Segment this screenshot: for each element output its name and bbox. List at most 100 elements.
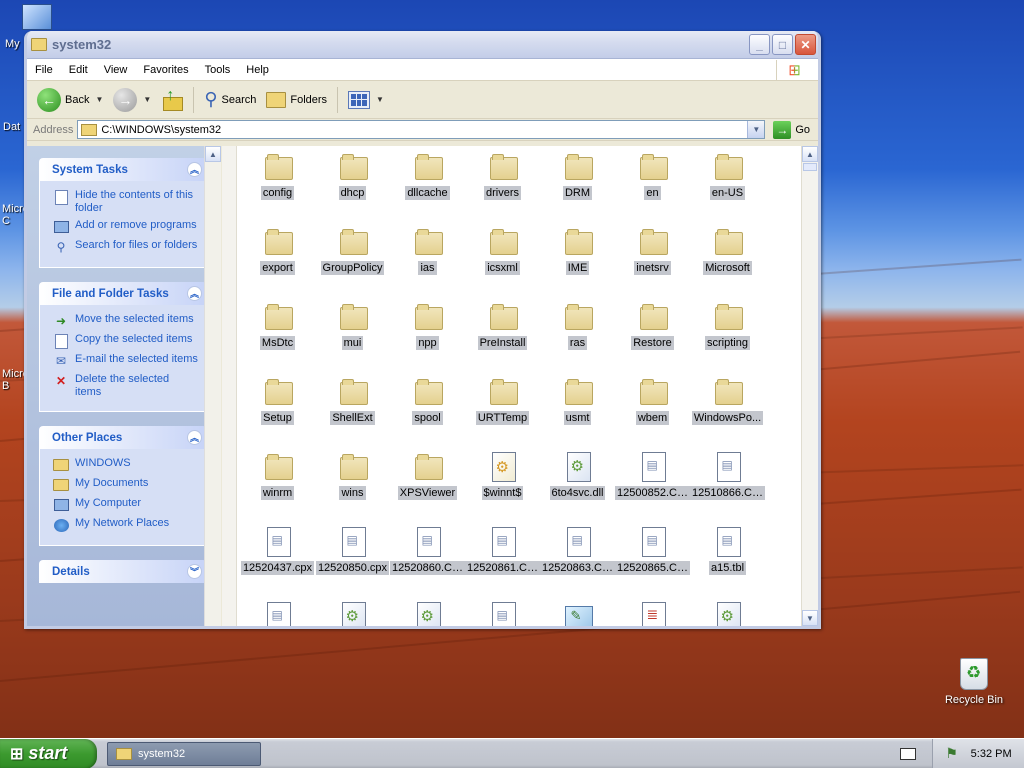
task-label[interactable]: Delete the selected items xyxy=(75,373,198,399)
recycle-bin[interactable]: Recycle Bin xyxy=(942,658,1006,706)
item-label[interactable]: PreInstall xyxy=(477,336,528,350)
item-label[interactable]: npp xyxy=(416,336,439,350)
item-label[interactable]: 12500852.CPX xyxy=(615,486,690,500)
item-label[interactable]: GroupPolicy xyxy=(320,261,385,275)
keyboard-icon[interactable] xyxy=(900,747,916,760)
task-hide-contents[interactable]: Hide the contents of this folder xyxy=(53,189,198,215)
folder-item[interactable]: spool xyxy=(390,377,465,452)
expand-icon[interactable]: ︾ xyxy=(187,564,202,579)
item-label[interactable]: DRM xyxy=(562,186,593,200)
close-button[interactable]: ✕ xyxy=(795,34,816,55)
folder-item[interactable]: DRM xyxy=(540,152,615,227)
chevron-down-icon[interactable]: ▼ xyxy=(95,95,103,104)
folder-item[interactable]: dllcache xyxy=(390,152,465,227)
task-pane-scrollbar[interactable]: ▲ xyxy=(204,146,221,626)
chevron-down-icon[interactable]: ▼ xyxy=(143,95,151,104)
address-field[interactable]: C:\WINDOWS\system32 ▼ xyxy=(77,120,766,139)
file-item[interactable] xyxy=(240,602,315,626)
item-label[interactable]: 6to4svc.dll xyxy=(549,486,606,500)
place-label[interactable]: WINDOWS xyxy=(75,457,131,473)
menu-tools[interactable]: Tools xyxy=(197,60,239,80)
item-label[interactable]: ias xyxy=(418,261,437,275)
item-label[interactable]: WindowsPo... xyxy=(691,411,764,425)
task-label[interactable]: Move the selected items xyxy=(75,313,194,329)
file-item[interactable]: 12520863.CPX xyxy=(540,527,615,602)
file-item[interactable]: 12520861.CPX xyxy=(465,527,540,602)
item-label[interactable]: Setup xyxy=(261,411,294,425)
item-label[interactable]: spool xyxy=(412,411,443,425)
scroll-up-button[interactable]: ▲ xyxy=(205,146,221,162)
folder-item[interactable]: ras xyxy=(540,302,615,377)
file-item[interactable] xyxy=(465,602,540,626)
scroll-up-button[interactable]: ▲ xyxy=(802,146,818,162)
item-label[interactable]: 12510866.CPX xyxy=(690,486,765,500)
item-label[interactable]: wbem xyxy=(635,411,670,425)
item-label[interactable]: winrm xyxy=(260,486,295,500)
item-label[interactable]: ras xyxy=(567,336,588,350)
item-label[interactable]: URTTemp xyxy=(475,411,530,425)
file-item[interactable]: a15.tbl xyxy=(690,527,765,602)
folder-item[interactable]: winrm xyxy=(240,452,315,527)
task-label[interactable]: E-mail the selected items xyxy=(75,353,198,369)
item-label[interactable]: 12520863.CPX xyxy=(540,561,615,575)
folder-item[interactable]: en xyxy=(615,152,690,227)
menu-help[interactable]: Help xyxy=(238,60,277,80)
vertical-scrollbar[interactable]: ▲ ▼ xyxy=(801,146,818,626)
folders-button[interactable]: Folders xyxy=(262,90,331,110)
back-button[interactable]: ← Back ▼ xyxy=(33,86,107,114)
scroll-thumb[interactable] xyxy=(803,163,817,171)
folder-item[interactable]: ias xyxy=(390,227,465,302)
folder-item[interactable]: npp xyxy=(390,302,465,377)
file-item[interactable]: 12500852.CPX xyxy=(615,452,690,527)
folder-item[interactable]: icsxml xyxy=(465,227,540,302)
file-item[interactable] xyxy=(690,602,765,626)
group-header[interactable]: System Tasks ︽ xyxy=(39,158,207,181)
collapse-icon[interactable]: ︽ xyxy=(187,162,202,177)
title-bar[interactable]: system32 _ □ ✕ xyxy=(27,31,818,59)
start-button[interactable]: ⊞ start xyxy=(0,738,97,768)
item-label[interactable]: config xyxy=(260,186,295,200)
group-header[interactable]: File and Folder Tasks ︽ xyxy=(39,282,207,305)
desktop-icon-label[interactable]: Dat xyxy=(3,121,20,133)
place-label[interactable]: My Network Places xyxy=(75,517,169,533)
item-label[interactable]: en xyxy=(644,186,661,200)
item-label[interactable]: $winnt$ xyxy=(481,486,524,500)
folder-item[interactable]: GroupPolicy xyxy=(315,227,390,302)
task-copy-items[interactable]: Copy the selected items xyxy=(53,333,198,349)
task-move-items[interactable]: ➜ Move the selected items xyxy=(53,313,198,329)
folder-item[interactable]: MsDtc xyxy=(240,302,315,377)
place-network[interactable]: My Network Places xyxy=(53,517,198,533)
group-header[interactable]: Other Places ︽ xyxy=(39,426,207,449)
menu-edit[interactable]: Edit xyxy=(61,60,96,80)
item-label[interactable]: 12520437.cpx xyxy=(240,561,315,575)
folder-item[interactable]: export xyxy=(240,227,315,302)
task-label[interactable]: Add or remove programs xyxy=(75,219,197,235)
folder-item[interactable]: scripting xyxy=(690,302,765,377)
clock[interactable]: 5:32 PM xyxy=(971,748,1012,760)
folder-item[interactable]: inetsrv xyxy=(615,227,690,302)
address-value[interactable]: C:\WINDOWS\system32 xyxy=(101,124,221,136)
folder-item[interactable]: XPSViewer xyxy=(390,452,465,527)
item-label[interactable]: usmt xyxy=(563,411,592,425)
taskbar-button-system32[interactable]: system32 xyxy=(107,741,261,766)
network-icon[interactable]: ⚑ xyxy=(945,745,958,762)
folder-item[interactable]: IME xyxy=(540,227,615,302)
menu-favorites[interactable]: Favorites xyxy=(135,60,196,80)
folder-item[interactable]: config xyxy=(240,152,315,227)
search-button[interactable]: ⚲ Search xyxy=(200,87,260,112)
collapse-icon[interactable]: ︽ xyxy=(187,430,202,445)
folder-item[interactable]: WindowsPo... xyxy=(690,377,765,452)
collapse-icon[interactable]: ︽ xyxy=(187,286,202,301)
chevron-down-icon[interactable]: ▼ xyxy=(376,95,384,104)
place-my-computer[interactable]: My Computer xyxy=(53,497,198,513)
item-label[interactable]: icsxml xyxy=(485,261,520,275)
task-label[interactable]: Search for files or folders xyxy=(75,239,197,255)
folder-item[interactable]: dhcp xyxy=(315,152,390,227)
item-label[interactable]: en-US xyxy=(709,186,746,200)
item-label[interactable]: wins xyxy=(339,486,366,500)
folder-item[interactable]: wbem xyxy=(615,377,690,452)
up-button[interactable] xyxy=(157,87,187,112)
item-label[interactable]: 12520850.cpx xyxy=(315,561,390,575)
forward-button[interactable]: → ▼ xyxy=(109,86,155,114)
folder-item[interactable]: ShellExt xyxy=(315,377,390,452)
